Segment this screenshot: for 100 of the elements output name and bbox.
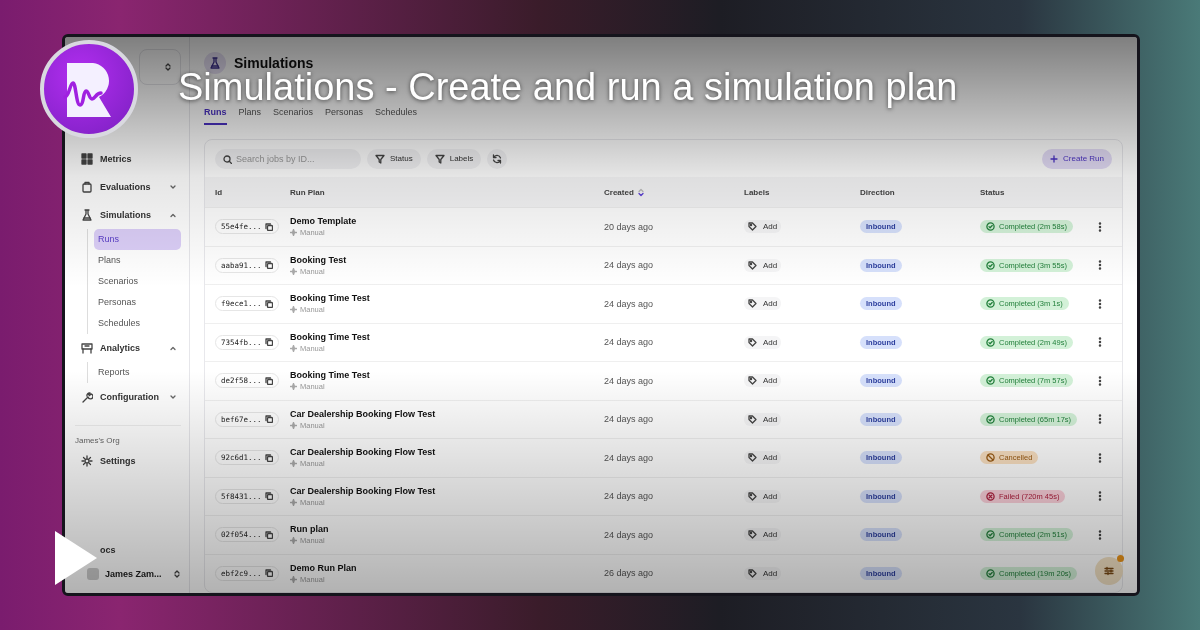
nav-subitem[interactable]: Scenarios [94, 271, 181, 292]
tab[interactable]: Schedules [375, 107, 418, 125]
created-date: 24 days ago [604, 491, 654, 502]
nav-subitem[interactable]: Personas [94, 292, 181, 313]
tag-icon [748, 453, 757, 463]
grid-icon [81, 153, 93, 165]
created-date: 26 days ago [604, 568, 654, 579]
copy-icon [264, 492, 273, 501]
user-name: James Zam... [105, 569, 163, 579]
column-header: Run Plan [290, 187, 326, 197]
tab[interactable]: Plans [238, 107, 261, 125]
add-label-button[interactable]: Add [744, 566, 782, 580]
run-plan-name: Booking Time Test [290, 331, 370, 342]
sliders-button[interactable] [1095, 557, 1123, 585]
column-header: Id [215, 187, 224, 197]
docs-link[interactable]: ocs [100, 545, 116, 561]
run-plan-name: Run plan [290, 524, 329, 535]
add-label-button[interactable]: Add [744, 297, 782, 311]
created-date: 24 days ago [604, 260, 654, 271]
page-title: Simulations [234, 55, 314, 71]
column-header[interactable]: Created [604, 187, 744, 197]
column-header: Labels [744, 187, 771, 197]
chevron-updown-icon [173, 569, 181, 579]
copy-icon [264, 376, 273, 385]
copy-icon [264, 261, 273, 270]
nav-item[interactable]: Analytics [75, 334, 181, 362]
tag-icon [748, 222, 757, 232]
tag-icon [748, 260, 757, 270]
more-icon [1098, 452, 1102, 463]
column-header: Status [980, 187, 1006, 197]
add-label-button[interactable]: Add [744, 258, 782, 272]
tag-icon [748, 530, 757, 540]
play-icon[interactable] [55, 531, 97, 585]
refresh-button[interactable] [487, 148, 508, 169]
check-circle-icon [986, 299, 995, 309]
more-icon [1098, 221, 1102, 232]
more-icon [1098, 375, 1102, 386]
copy-icon [264, 222, 273, 231]
nav-subitem[interactable]: Plans [94, 250, 181, 271]
gear-icon [81, 455, 93, 467]
filter-icon [434, 153, 445, 164]
flask-icon [81, 209, 93, 221]
run-plan-name: Demo Template [290, 216, 357, 227]
copy-icon [264, 338, 273, 347]
nav-item[interactable]: Simulations [75, 201, 181, 229]
more-icon [1098, 414, 1102, 425]
more-icon [1098, 491, 1102, 502]
copy-icon [264, 299, 273, 308]
nav-item[interactable]: Settings [75, 447, 181, 475]
add-label-button[interactable]: Add [744, 489, 782, 503]
avatar-icon [87, 568, 99, 580]
run-plan-name: Demo Run Plan [290, 562, 357, 573]
tag-icon [748, 299, 757, 309]
add-label-button[interactable]: Add [744, 451, 782, 465]
check-circle-icon [986, 568, 995, 578]
search-field[interactable]: Search jobs by ID... [215, 148, 361, 169]
check-circle-icon [986, 222, 995, 232]
sparkle-icon [290, 306, 297, 314]
copy-icon [264, 530, 273, 539]
create-run-button[interactable]: Create Run [1042, 148, 1112, 169]
tab[interactable]: Runs [204, 107, 227, 125]
sparkle-icon [290, 537, 297, 545]
sparkle-icon [290, 460, 297, 468]
copy-icon [264, 415, 273, 424]
sparkle-icon [290, 344, 297, 352]
add-label-button[interactable]: Add [744, 220, 782, 234]
chevron-updown-icon [164, 62, 172, 72]
nav-subitem[interactable]: Reports [94, 362, 181, 383]
run-plan-name: Booking Test [290, 254, 347, 265]
nav-subitem[interactable]: Schedules [94, 313, 181, 334]
nav-item[interactable]: Configuration [75, 383, 181, 411]
add-label-button[interactable]: Add [744, 335, 782, 349]
run-plan-name: Booking Time Test [290, 370, 370, 381]
flask-badge-icon [204, 52, 226, 74]
filter-button[interactable]: Status [367, 148, 421, 169]
refresh-icon [492, 153, 503, 164]
search-icon [223, 154, 232, 164]
nav-item[interactable]: Evaluations [75, 173, 181, 201]
filter-button[interactable]: Labels [426, 148, 482, 169]
nav-item[interactable]: Metrics [75, 145, 181, 173]
tab[interactable]: Scenarios [273, 107, 314, 125]
tab[interactable]: Personas [325, 107, 364, 125]
sparkle-icon [290, 421, 297, 429]
check-circle-icon [986, 530, 995, 540]
plus-icon [1050, 154, 1059, 163]
notification-dot [1117, 555, 1124, 562]
wrench-icon [81, 391, 93, 403]
more-icon [1098, 298, 1102, 309]
add-label-button[interactable]: Add [744, 528, 782, 542]
nav-subitem[interactable]: Runs [94, 229, 181, 250]
add-label-button[interactable]: Add [744, 412, 782, 426]
column-header: Direction [860, 187, 896, 197]
user-menu[interactable]: James Zam... [83, 561, 181, 587]
created-date: 24 days ago [604, 375, 654, 386]
more-icon [1098, 260, 1102, 271]
sparkle-icon [290, 383, 297, 391]
run-plan-name: Booking Time Test [290, 293, 370, 304]
add-label-button[interactable]: Add [744, 374, 782, 388]
filter-icon [375, 153, 385, 164]
sliders-icon [1104, 566, 1114, 576]
